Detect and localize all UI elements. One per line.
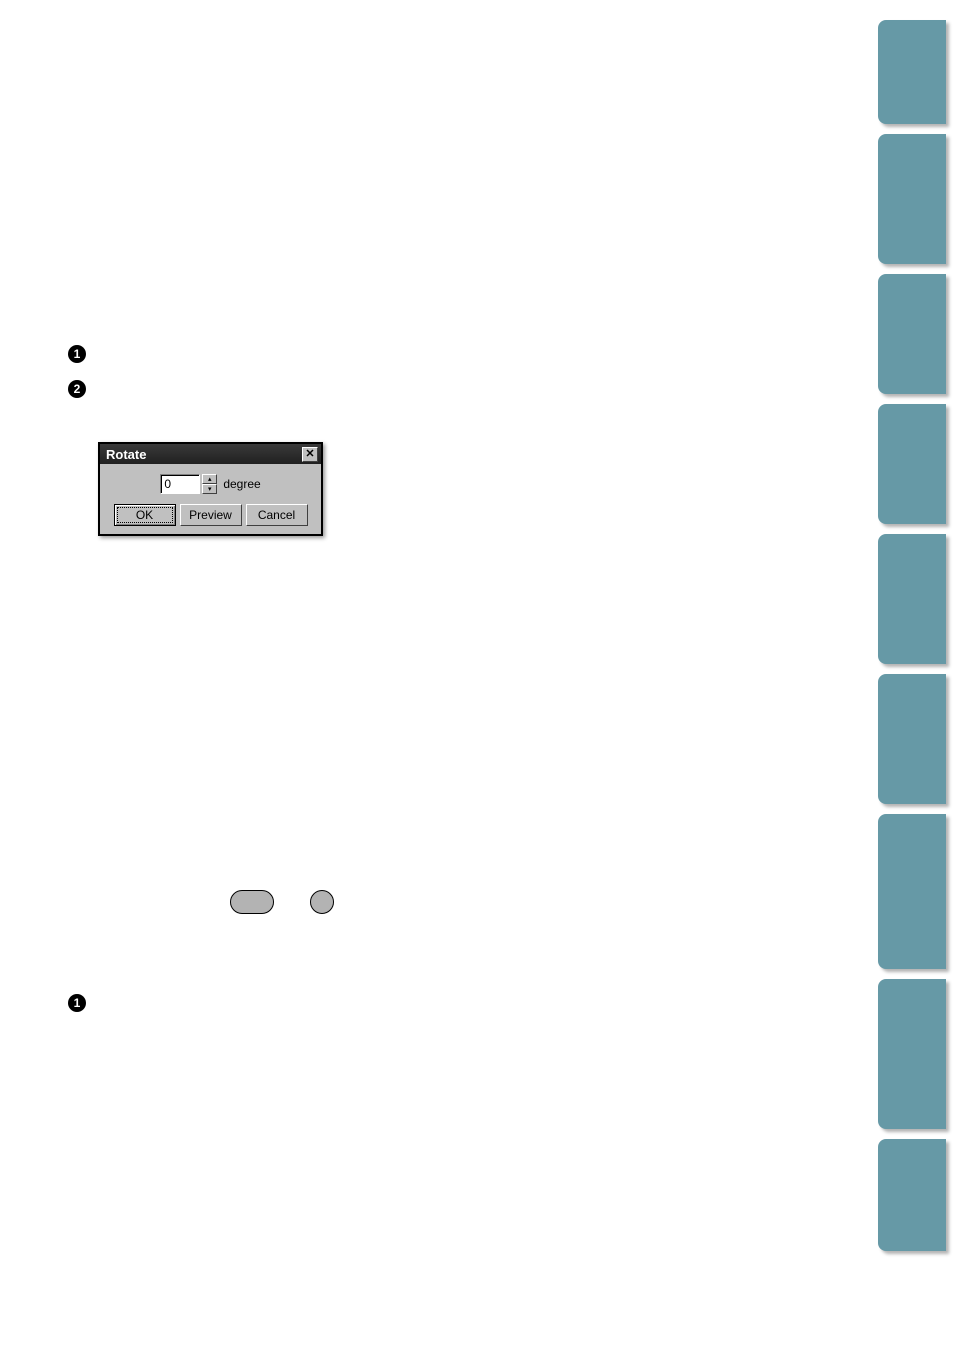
side-tab[interactable] — [878, 534, 946, 664]
rotate-dialog: Rotate ✕ 0 ▴ ▾ degree OK Preview Cancel — [98, 442, 323, 536]
pill-shape-circle — [310, 890, 334, 914]
dialog-title: Rotate — [106, 447, 146, 462]
close-button[interactable]: ✕ — [302, 447, 318, 462]
side-tab[interactable] — [878, 20, 946, 124]
dialog-titlebar: Rotate ✕ — [100, 444, 321, 464]
side-tab[interactable] — [878, 814, 946, 969]
ok-button[interactable]: OK — [114, 504, 176, 526]
cancel-button[interactable]: Cancel — [246, 504, 308, 526]
degree-spinner: ▴ ▾ — [202, 474, 217, 494]
chevron-down-icon: ▾ — [208, 486, 212, 493]
side-tab[interactable] — [878, 134, 946, 264]
degree-input[interactable]: 0 — [160, 474, 200, 494]
preview-button[interactable]: Preview — [180, 504, 242, 526]
side-tab[interactable] — [878, 979, 946, 1129]
side-tab[interactable] — [878, 1139, 946, 1251]
spinner-down-button[interactable]: ▾ — [202, 484, 217, 494]
chevron-up-icon: ▴ — [208, 476, 212, 483]
step-bullet-2: 2 — [68, 380, 86, 398]
side-tab[interactable] — [878, 674, 946, 804]
close-icon: ✕ — [305, 449, 314, 460]
step-bullet-1: 1 — [68, 345, 86, 363]
degree-label: degree — [223, 477, 260, 491]
spinner-up-button[interactable]: ▴ — [202, 474, 217, 484]
dialog-body: 0 ▴ ▾ degree OK Preview Cancel — [100, 464, 321, 534]
side-tab[interactable] — [878, 274, 946, 394]
step-bullet-1b: 1 — [68, 994, 86, 1012]
degree-row: 0 ▴ ▾ degree — [108, 474, 313, 494]
side-tab[interactable] — [878, 404, 946, 524]
degree-value: 0 — [164, 477, 171, 491]
shape-group — [230, 890, 334, 914]
pill-shape-wide — [230, 890, 274, 914]
side-tabs — [878, 20, 946, 1251]
dialog-button-row: OK Preview Cancel — [108, 504, 313, 526]
